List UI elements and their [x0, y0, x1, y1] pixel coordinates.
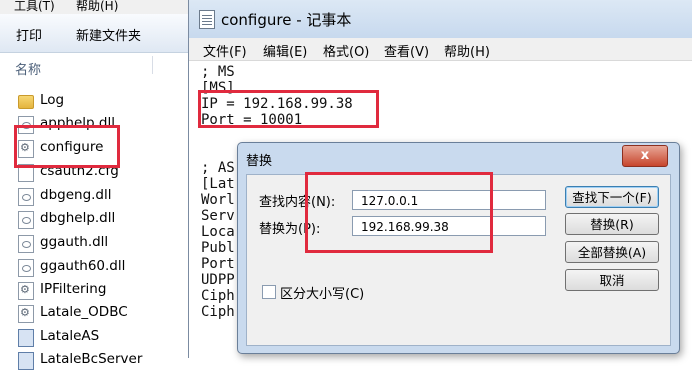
match-case-label: 区分大小写(C) — [280, 287, 365, 302]
list-item-ipfiltering[interactable]: IPFiltering — [18, 279, 198, 301]
highlight-find-replace — [305, 172, 493, 253]
exe-file-icon — [18, 329, 34, 347]
column-divider[interactable] — [152, 56, 153, 74]
menu-view[interactable]: 查看(V) — [384, 41, 429, 60]
dll-file-icon — [18, 188, 34, 206]
notepad-menubar: 文件(F) 编辑(E) 格式(O) 查看(V) 帮助(H) — [189, 38, 692, 61]
explorer-toolbar: 打印 新建文件夹 — [0, 14, 200, 53]
list-item-ggauth60[interactable]: ggauth60.dll — [18, 256, 198, 278]
list-item-dbghelp[interactable]: dbghelp.dll — [18, 208, 198, 230]
menu-help-notepad[interactable]: 帮助(H) — [444, 41, 490, 60]
list-item-latale-odbc[interactable]: Latale_ODBC — [18, 302, 198, 324]
highlight-configure — [14, 125, 120, 168]
replace-button[interactable]: 替换(R) — [565, 213, 659, 235]
text-line: ; MS — [201, 64, 235, 80]
notepad-title: configure - 记事本 — [221, 11, 352, 29]
config-file-icon — [18, 305, 34, 323]
config-file-icon — [18, 282, 34, 300]
exe-file-icon — [18, 352, 34, 370]
find-next-button[interactable]: 查找下一个(F) — [565, 186, 659, 208]
print-button[interactable]: 打印 — [16, 25, 42, 44]
new-folder-button[interactable]: 新建文件夹 — [76, 25, 141, 44]
list-item-log[interactable]: Log — [18, 90, 198, 112]
match-case-checkbox[interactable] — [262, 285, 276, 299]
column-header-name[interactable]: 名称 — [0, 53, 200, 83]
cancel-button[interactable]: 取消 — [565, 269, 659, 291]
dll-file-icon — [18, 211, 34, 229]
dll-file-icon — [18, 235, 34, 253]
list-item-ggauth[interactable]: ggauth.dll — [18, 232, 198, 254]
dialog-title: 替换 — [246, 154, 273, 169]
list-item-lataleas[interactable]: LataleAS — [18, 326, 198, 348]
menu-tools[interactable]: 工具(T) — [14, 0, 55, 14]
menu-edit[interactable]: 编辑(E) — [263, 41, 307, 60]
dll-file-icon — [18, 259, 34, 277]
close-button[interactable]: x — [622, 145, 668, 167]
menu-file[interactable]: 文件(F) — [203, 41, 247, 60]
list-item-dbgeng[interactable]: dbgeng.dll — [18, 185, 198, 207]
file-explorer-window: 工具(T) 帮助(H) 打印 新建文件夹 名称 Log apphelp.dll … — [0, 0, 201, 370]
replace-all-button[interactable]: 全部替换(A) — [565, 241, 659, 263]
notepad-titlebar[interactable]: configure - 记事本 — [189, 0, 692, 38]
list-item-latalebcserver[interactable]: LataleBcServer — [18, 349, 198, 371]
explorer-menubar: 工具(T) 帮助(H) — [0, 0, 200, 14]
notepad-icon — [199, 10, 215, 29]
menu-format[interactable]: 格式(O) — [323, 41, 369, 60]
folder-icon — [18, 95, 34, 109]
highlight-ip-line — [198, 90, 379, 128]
menu-help[interactable]: 帮助(H) — [76, 0, 118, 14]
replace-dialog: 替换 x 查找内容(N): 127.0.0.1 替换为(P): 192.168.… — [237, 142, 680, 354]
